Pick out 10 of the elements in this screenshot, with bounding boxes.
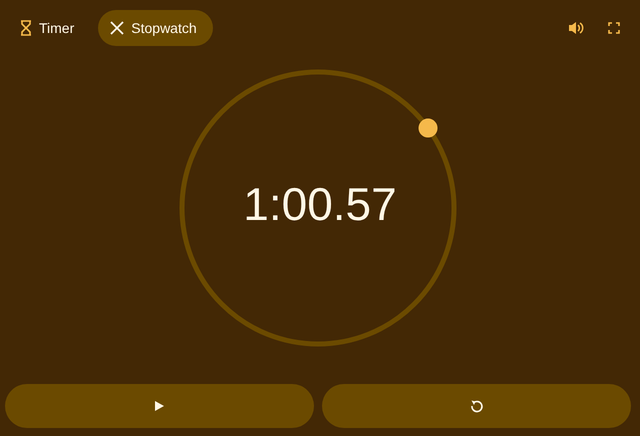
cross-icon <box>110 21 124 35</box>
hourglass-icon <box>20 20 32 36</box>
speaker-icon <box>568 21 584 35</box>
progress-dot[interactable] <box>418 118 438 138</box>
mode-tab[interactable]: Stopwatch <box>98 10 213 46</box>
mode-tab[interactable]: Timer <box>8 10 90 46</box>
play-icon <box>155 401 164 411</box>
elapsed-time: 1:00.57 <box>243 178 397 230</box>
fullscreen-icon <box>608 22 620 34</box>
reset-icon <box>470 399 484 413</box>
